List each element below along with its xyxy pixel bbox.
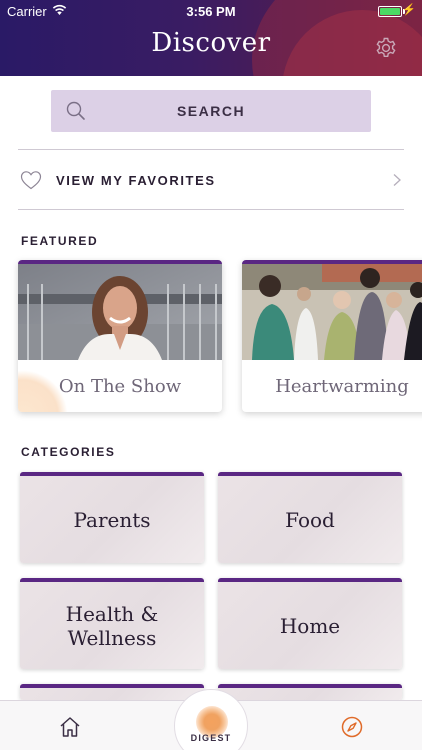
category-tile-partial[interactable]	[218, 684, 402, 700]
category-tile-home[interactable]: Home	[218, 578, 402, 669]
category-tile-partial[interactable]	[20, 684, 204, 700]
digest-label: DIGEST	[190, 733, 232, 743]
tile-accent-bar	[218, 684, 402, 688]
status-bar: Carrier 3:56 PM ⚡	[0, 0, 422, 22]
header: Carrier 3:56 PM ⚡ Discover	[0, 0, 422, 76]
gear-icon[interactable]	[374, 36, 398, 60]
home-icon[interactable]	[58, 715, 82, 739]
featured-card-on-the-show[interactable]: On The Show	[18, 260, 222, 412]
favorites-label: VIEW MY FAVORITES	[56, 173, 216, 188]
clock: 3:56 PM	[186, 4, 236, 19]
heart-icon	[20, 171, 42, 190]
battery-icon	[378, 6, 402, 17]
featured-title: Heartwarming	[275, 376, 409, 397]
chevron-right-icon	[393, 174, 401, 186]
categories-section-title: CATEGORIES	[21, 445, 116, 459]
featured-card-heartwarming[interactable]: Heartwarming	[242, 260, 422, 412]
featured-photo	[242, 264, 422, 360]
category-label: Food	[285, 507, 335, 532]
divider	[18, 149, 404, 150]
category-label: Parents	[73, 507, 151, 532]
category-tile-food[interactable]: Food	[218, 472, 402, 563]
divider	[18, 209, 404, 210]
featured-section-title: FEATURED	[21, 234, 99, 248]
compass-icon[interactable]	[340, 715, 364, 739]
search-button[interactable]: SEARCH	[51, 90, 371, 132]
view-favorites-row[interactable]: VIEW MY FAVORITES	[18, 151, 404, 209]
category-label: Health & Wellness	[65, 601, 159, 650]
featured-photo	[18, 264, 222, 360]
search-label: SEARCH	[176, 103, 246, 119]
category-label: Home	[279, 613, 341, 638]
category-tile-parents[interactable]: Parents	[20, 472, 204, 563]
category-tile-health-wellness[interactable]: Health & Wellness	[20, 578, 204, 669]
charging-icon: ⚡	[402, 4, 416, 16]
page-title: Discover	[151, 28, 271, 58]
featured-title: On The Show	[58, 376, 182, 397]
tile-accent-bar	[20, 684, 204, 688]
